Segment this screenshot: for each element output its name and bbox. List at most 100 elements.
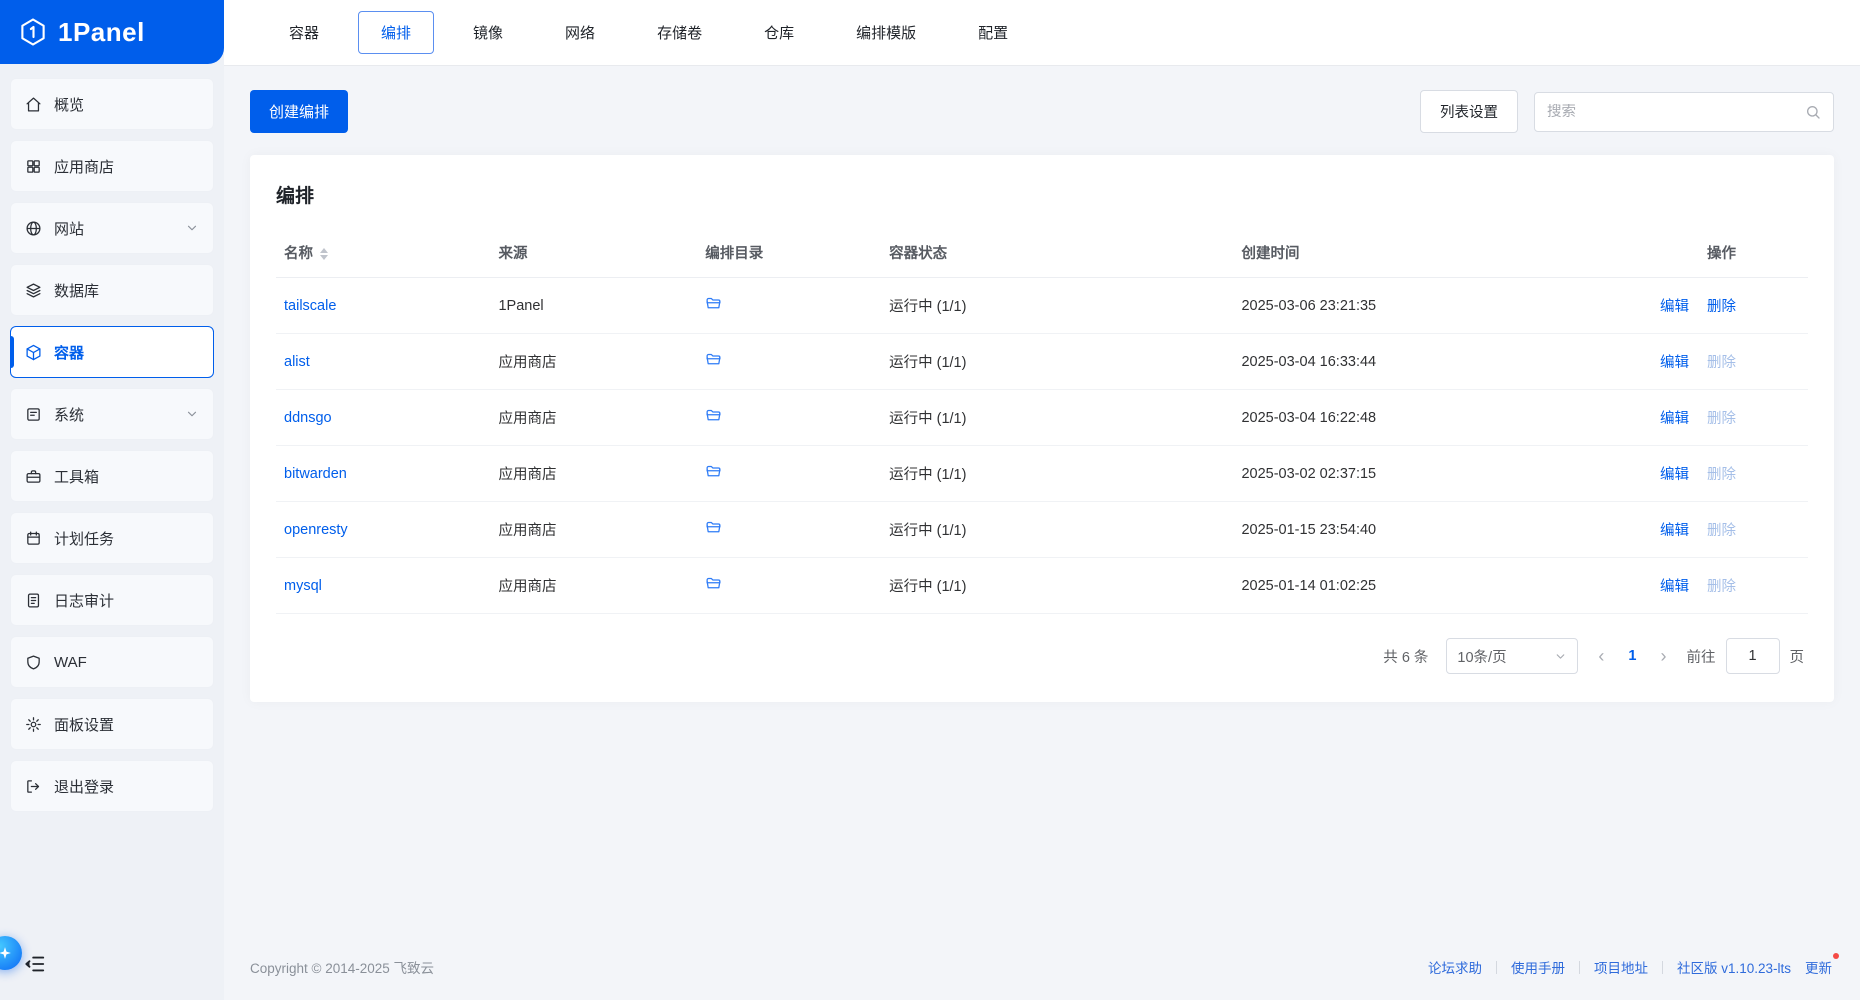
table-row: tailscale 1Panel 运行中 (1/1) 2025-03-06 23… <box>276 278 1808 334</box>
sidebar-item-label: 应用商店 <box>54 156 114 177</box>
sidebar-item-website[interactable]: 网站 <box>10 202 214 254</box>
sidebar-item-app-store[interactable]: 应用商店 <box>10 140 214 192</box>
database-icon <box>25 282 42 299</box>
tab-compose-templates[interactable]: 编排模版 <box>833 11 939 54</box>
compose-created: 2025-01-15 23:54:40 <box>1233 502 1570 558</box>
logo-hexagon-icon <box>18 17 48 47</box>
top-tabbar: 容器 编排 镜像 网络 存储卷 仓库 编排模版 配置 <box>224 0 1860 66</box>
tab-settings[interactable]: 配置 <box>955 11 1031 54</box>
delete-button: 删除 <box>1707 467 1736 483</box>
folder-icon[interactable] <box>705 575 722 592</box>
app-store-icon <box>25 158 42 175</box>
edit-button[interactable]: 编辑 <box>1660 467 1689 483</box>
delete-button: 删除 <box>1707 579 1736 595</box>
sidebar-item-toolbox[interactable]: 工具箱 <box>10 450 214 502</box>
compose-created: 2025-01-14 01:02:25 <box>1233 558 1570 614</box>
prev-page-button[interactable]: ‹ <box>1596 647 1606 665</box>
folder-icon[interactable] <box>705 295 722 312</box>
sidebar-item-cron[interactable]: 计划任务 <box>10 512 214 564</box>
tab-compose[interactable]: 编排 <box>358 11 434 54</box>
folder-icon[interactable] <box>705 407 722 424</box>
column-header-directory: 编排目录 <box>697 228 881 278</box>
project-repo-link[interactable]: 项目地址 <box>1594 957 1648 977</box>
column-header-name[interactable]: 名称 <box>276 228 490 278</box>
sidebar-item-label: 概览 <box>54 94 84 115</box>
folder-icon[interactable] <box>705 351 722 368</box>
settings-gear-icon <box>25 716 42 733</box>
forum-help-link[interactable]: 论坛求助 <box>1428 957 1482 977</box>
edit-button[interactable]: 编辑 <box>1660 355 1689 371</box>
toolbar: 创建编排 列表设置 <box>250 90 1834 133</box>
compose-name-link[interactable]: alist <box>284 354 310 370</box>
tab-volumes[interactable]: 存储卷 <box>634 11 725 54</box>
sidebar-item-container[interactable]: 容器 <box>10 326 214 378</box>
compose-source: 应用商店 <box>490 558 697 614</box>
page-size-value: 10条/页 <box>1457 646 1506 667</box>
compose-name-link[interactable]: bitwarden <box>284 466 347 482</box>
search-icon[interactable] <box>1805 104 1821 120</box>
page-suffix-label: 页 <box>1790 646 1805 667</box>
compose-status: 运行中 (1/1) <box>881 390 1233 446</box>
sidebar-item-log-audit[interactable]: 日志审计 <box>10 574 214 626</box>
sidebar-item-panel-settings[interactable]: 面板设置 <box>10 698 214 750</box>
tab-images[interactable]: 镜像 <box>450 11 526 54</box>
copyright-text: Copyright © 2014-2025 飞致云 <box>250 957 434 977</box>
compose-name-link[interactable]: openresty <box>284 522 348 538</box>
tab-repositories[interactable]: 仓库 <box>741 11 817 54</box>
pagination-total: 共 6 条 <box>1383 646 1428 667</box>
compose-status: 运行中 (1/1) <box>881 558 1233 614</box>
toolbox-icon <box>25 468 42 485</box>
edit-button[interactable]: 编辑 <box>1660 411 1689 427</box>
current-page-button[interactable]: 1 <box>1624 648 1640 664</box>
compose-name-link[interactable]: ddnsgo <box>284 410 332 426</box>
folder-icon[interactable] <box>705 519 722 536</box>
compose-name-link[interactable]: mysql <box>284 578 322 594</box>
create-compose-button[interactable]: 创建编排 <box>250 90 348 133</box>
page-size-select[interactable]: 10条/页 <box>1446 638 1578 674</box>
list-settings-button[interactable]: 列表设置 <box>1420 90 1518 133</box>
table-row: mysql 应用商店 运行中 (1/1) 2025-01-14 01:02:25… <box>276 558 1808 614</box>
page-footer: Copyright © 2014-2025 飞致云 论坛求助 使用手册 项目地址… <box>224 934 1860 1000</box>
column-header-source: 来源 <box>490 228 697 278</box>
compose-source: 应用商店 <box>490 390 697 446</box>
edit-button[interactable]: 编辑 <box>1660 523 1689 539</box>
folder-icon[interactable] <box>705 463 722 480</box>
sidebar-item-overview[interactable]: 概览 <box>10 78 214 130</box>
compose-source: 应用商店 <box>490 502 697 558</box>
version-link[interactable]: 社区版 v1.10.23-lts <box>1677 957 1791 977</box>
system-icon <box>25 406 42 423</box>
user-manual-link[interactable]: 使用手册 <box>1511 957 1565 977</box>
sidebar-item-logout[interactable]: 退出登录 <box>10 760 214 812</box>
sidebar-item-database[interactable]: 数据库 <box>10 264 214 316</box>
app-logo[interactable]: 1Panel <box>0 0 224 64</box>
table-row: openresty 应用商店 运行中 (1/1) 2025-01-15 23:5… <box>276 502 1808 558</box>
compose-created: 2025-03-02 02:37:15 <box>1233 446 1570 502</box>
sort-caret-icon[interactable] <box>320 248 328 260</box>
tab-containers[interactable]: 容器 <box>266 11 342 54</box>
next-page-button[interactable]: › <box>1659 647 1669 665</box>
table-row: ddnsgo 应用商店 运行中 (1/1) 2025-03-04 16:22:4… <box>276 390 1808 446</box>
edit-button[interactable]: 编辑 <box>1660 299 1689 315</box>
collapse-sidebar-button[interactable] <box>24 953 46 975</box>
sidebar-item-system[interactable]: 系统 <box>10 388 214 440</box>
divider <box>1496 961 1497 974</box>
edit-button[interactable]: 编辑 <box>1660 579 1689 595</box>
sidebar-item-waf[interactable]: WAF <box>10 636 214 688</box>
search-input[interactable] <box>1547 104 1805 120</box>
column-header-created: 创建时间 <box>1233 228 1570 278</box>
delete-button: 删除 <box>1707 411 1736 427</box>
goto-label: 前往 <box>1687 646 1716 667</box>
tab-networks[interactable]: 网络 <box>542 11 618 54</box>
delete-button[interactable]: 删除 <box>1707 299 1736 315</box>
compose-source: 应用商店 <box>490 334 697 390</box>
update-link[interactable]: 更新 <box>1805 961 1832 976</box>
compose-status: 运行中 (1/1) <box>881 278 1233 334</box>
goto-page-input[interactable] <box>1726 638 1780 674</box>
waf-shield-icon <box>25 654 42 671</box>
compose-name-link[interactable]: tailscale <box>284 298 336 314</box>
container-icon <box>25 344 42 361</box>
compose-created: 2025-03-04 16:33:44 <box>1233 334 1570 390</box>
compose-source: 1Panel <box>490 278 697 334</box>
sidebar-item-label: 日志审计 <box>54 590 114 611</box>
compose-source: 应用商店 <box>490 446 697 502</box>
